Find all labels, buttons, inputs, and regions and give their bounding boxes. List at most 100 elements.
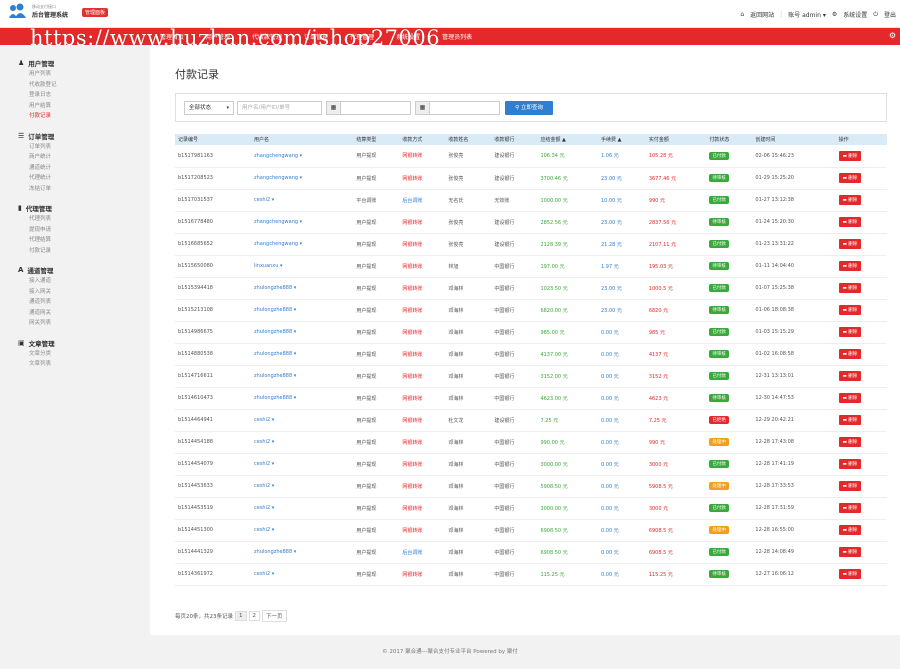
user-link-label: zhangchengwang <box>254 241 299 247</box>
sidebar-item[interactable]: 接入通道 <box>29 276 150 287</box>
next-page-button[interactable]: 下一页 <box>262 610 287 622</box>
account-menu[interactable]: 账号 admin ▾ <box>788 10 826 19</box>
sidebar-item[interactable]: 用户列表 <box>29 69 150 80</box>
sidebar-item[interactable]: 文章列表 <box>29 359 150 370</box>
user-link[interactable]: linxuanxu ▾ <box>254 263 283 269</box>
delete-button[interactable]: ▬ 删除 <box>838 195 862 205</box>
sidebar-item[interactable]: 通道列表 <box>29 297 150 308</box>
cell-op: ▬ 删除 <box>836 211 887 233</box>
logout-link[interactable]: 登出 <box>884 10 896 19</box>
user-link[interactable]: ceshi2 ▾ <box>254 461 274 467</box>
sidebar-item[interactable]: 冻结订单 <box>29 184 150 195</box>
sidebar-group-title[interactable]: A 通道管理 <box>18 264 150 276</box>
page-1-button[interactable]: 1 <box>235 611 247 621</box>
cell-bank: 中国银行 <box>494 263 515 270</box>
sidebar-item[interactable]: 代收款登记 <box>29 80 150 91</box>
delete-button[interactable]: ▬ 删除 <box>838 327 862 337</box>
delete-button[interactable]: ▬ 删除 <box>838 415 862 425</box>
delete-button[interactable]: ▬ 删除 <box>838 371 862 381</box>
sidebar-item[interactable]: 提现申请 <box>29 225 150 236</box>
user-link[interactable]: ceshi2 ▾ <box>254 439 274 445</box>
user-link[interactable]: zhulongzhe888 ▾ <box>254 307 296 313</box>
user-link[interactable]: zhulongzhe888 ▾ <box>254 395 296 401</box>
footer: © 2017 聚合通---聚合支付专业平台 Powered by 聚付 <box>0 635 900 669</box>
delete-button[interactable]: ▬ 删除 <box>838 349 862 359</box>
user-link[interactable]: zhangchengwang ▾ <box>254 241 302 247</box>
cell-user: linxuanxu ▾ <box>251 255 353 277</box>
cell-op: ▬ 删除 <box>836 563 887 585</box>
sidebar-item[interactable]: 付款记录 <box>29 111 150 122</box>
sidebar-item[interactable]: 代理统计 <box>29 173 150 184</box>
sidebar-group-title[interactable]: ▮ 代理管理 <box>18 202 150 214</box>
user-link[interactable]: ceshi2 ▾ <box>254 505 274 511</box>
user-search-input[interactable]: 用户名/用户ID/单号 <box>237 101 322 115</box>
sidebar-group-title[interactable]: ▣ 文章管理 <box>18 337 150 349</box>
start-date-field[interactable]: ▦ <box>326 101 411 115</box>
delete-button[interactable]: ▬ 删除 <box>838 173 862 183</box>
user-link[interactable]: zhulongzhe888 ▾ <box>254 329 296 335</box>
delete-button[interactable]: ▬ 删除 <box>838 569 862 579</box>
column-header[interactable]: 应结金额 ▲ <box>537 134 598 145</box>
search-button[interactable]: ⚲ 立即查询 <box>505 101 553 115</box>
cell-fee: 23.00 元 <box>601 175 622 182</box>
status-select[interactable]: 全部状态 ▾ <box>184 101 234 115</box>
sidebar-item[interactable]: 登录日志 <box>29 90 150 101</box>
user-link[interactable]: ceshi2 ▾ <box>254 483 274 489</box>
delete-button[interactable]: ▬ 删除 <box>838 459 862 469</box>
delete-button[interactable]: ▬ 删除 <box>838 217 862 227</box>
delete-button[interactable]: ▬ 删除 <box>838 393 862 403</box>
user-link[interactable]: zhulongzhe888 ▾ <box>254 549 296 555</box>
user-link[interactable]: zhangchengwang ▾ <box>254 153 302 159</box>
delete-button[interactable]: ▬ 删除 <box>838 503 862 513</box>
user-link[interactable]: ceshi2 ▾ <box>254 197 274 203</box>
user-link[interactable]: zhulongzhe888 ▾ <box>254 351 296 357</box>
cell-name: 林旭 <box>448 263 459 270</box>
sidebar-item[interactable]: 通道统计 <box>29 163 150 174</box>
sidebar-group-title[interactable]: ♟ 用户管理 <box>18 57 150 69</box>
end-date-field[interactable]: ▦ <box>415 101 500 115</box>
sidebar-item[interactable]: 文章分类 <box>29 349 150 360</box>
sidebar-item[interactable]: 网关列表 <box>29 318 150 329</box>
column-header[interactable]: 手续费 ▲ <box>598 134 646 145</box>
cell-type: 用户提现 <box>356 285 377 292</box>
user-link[interactable]: zhangchengwang ▾ <box>254 219 302 225</box>
user-link[interactable]: ceshi2 ▾ <box>254 417 274 423</box>
page-2-button[interactable]: 2 <box>248 611 260 621</box>
user-link[interactable]: ceshi2 ▾ <box>254 571 274 577</box>
navbar-gear-icon[interactable]: ⚙ <box>889 31 896 40</box>
status-badge: 待审核 <box>709 394 729 402</box>
sidebar-item[interactable]: 付款记录 <box>29 246 150 257</box>
delete-button[interactable]: ▬ 删除 <box>838 261 862 271</box>
user-link[interactable]: zhulongzhe888 ▾ <box>254 285 296 291</box>
sidebar-item[interactable]: 用户结算 <box>29 101 150 112</box>
delete-button[interactable]: ▬ 删除 <box>838 525 862 535</box>
cell-fee: 0.00 元 <box>601 351 619 358</box>
return-site-link[interactable]: 返回网站 <box>750 10 774 19</box>
delete-button[interactable]: ▬ 删除 <box>838 481 862 491</box>
user-link[interactable]: zhulongzhe888 ▾ <box>254 373 296 379</box>
cell-op: ▬ 删除 <box>836 387 887 409</box>
delete-button[interactable]: ▬ 删除 <box>838 150 862 161</box>
delete-button-label: 删除 <box>848 418 858 423</box>
user-link[interactable]: zhangchengwang ▾ <box>254 175 302 181</box>
delete-button-label: 删除 <box>848 374 858 379</box>
system-settings-link[interactable]: 系统设置 <box>843 10 867 19</box>
sidebar-item[interactable]: 接入网关 <box>29 287 150 298</box>
delete-button[interactable]: ▬ 删除 <box>838 283 862 293</box>
sidebar-group-title[interactable]: ☰ 订单管理 <box>18 130 150 142</box>
sidebar-item[interactable]: 商户统计 <box>29 152 150 163</box>
nav-item[interactable]: 管理员列表 <box>442 32 472 41</box>
cell-id: b1514880538 <box>178 351 213 357</box>
cell-type: 用户提现 <box>356 263 377 270</box>
user-link[interactable]: ceshi2 ▾ <box>254 527 274 533</box>
delete-button[interactable]: ▬ 删除 <box>838 437 862 447</box>
sidebar-item[interactable]: 通道网关 <box>29 308 150 319</box>
delete-button[interactable]: ▬ 删除 <box>838 305 862 315</box>
cell-amount: 5908.50 元 <box>540 483 568 490</box>
sidebar-item[interactable]: 代理结算 <box>29 235 150 246</box>
sidebar-item[interactable]: 订单列表 <box>29 142 150 153</box>
status-badge: 已拒绝 <box>709 416 729 424</box>
sidebar-item[interactable]: 代理列表 <box>29 214 150 225</box>
delete-button[interactable]: ▬ 删除 <box>838 239 862 249</box>
delete-button[interactable]: ▬ 删除 <box>838 547 862 557</box>
